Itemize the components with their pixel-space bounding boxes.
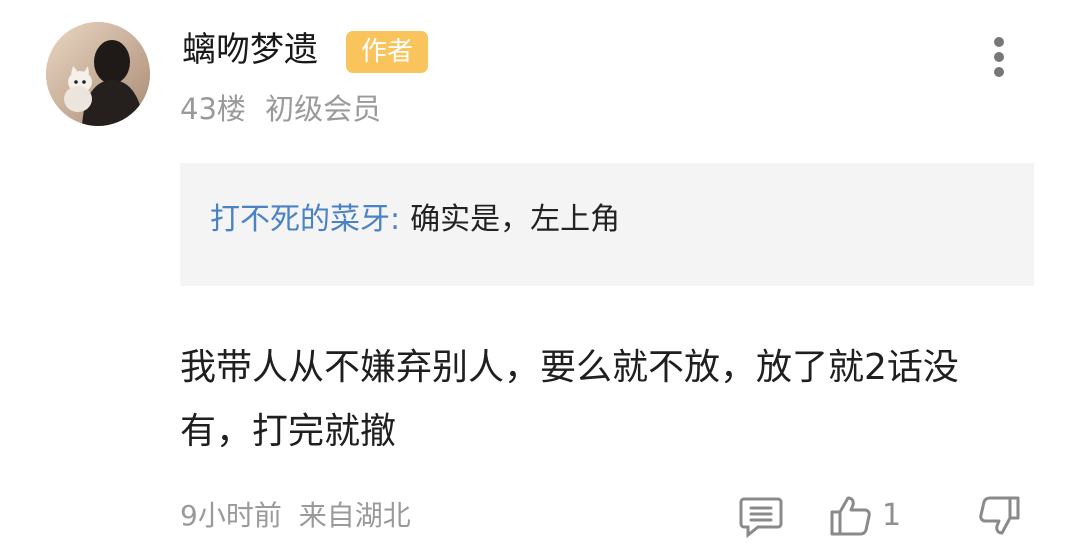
thumbs-up-icon xyxy=(830,496,871,536)
comment-location: 来自湖北 xyxy=(298,499,411,532)
quoted-reply-text: 打不死的菜牙: 确实是，左上角 xyxy=(210,197,620,243)
quoted-reply[interactable]: 打不死的菜牙: 确实是，左上角 xyxy=(180,163,1034,286)
comment-time: 9小时前 xyxy=(180,499,282,532)
comment-body: 我带人从不嫌弃别人，要么就不放，放了就2话没有，打完就撤 xyxy=(180,347,959,452)
quoted-content: 确实是，左上角 xyxy=(410,202,621,237)
like-button[interactable]: 1 xyxy=(826,492,901,540)
more-vertical-icon[interactable] xyxy=(984,34,1014,80)
member-level: 初级会员 xyxy=(265,92,382,126)
avatar[interactable] xyxy=(46,22,150,126)
quoted-author[interactable]: 打不死的菜牙 xyxy=(210,202,390,237)
reply-comment-icon[interactable] xyxy=(738,494,784,539)
comment-footer-meta: 9小时前 来自湖北 xyxy=(180,494,419,538)
thumbs-down-icon[interactable] xyxy=(976,492,1022,540)
comment-meta: 43楼 初级会员 xyxy=(180,87,391,131)
quote-colon: : xyxy=(390,202,401,237)
author-badge: 作者 xyxy=(346,31,428,73)
username[interactable]: 螭吻梦遗 xyxy=(182,26,318,74)
floor-number: 43楼 xyxy=(180,92,246,126)
like-count: 1 xyxy=(882,498,902,533)
